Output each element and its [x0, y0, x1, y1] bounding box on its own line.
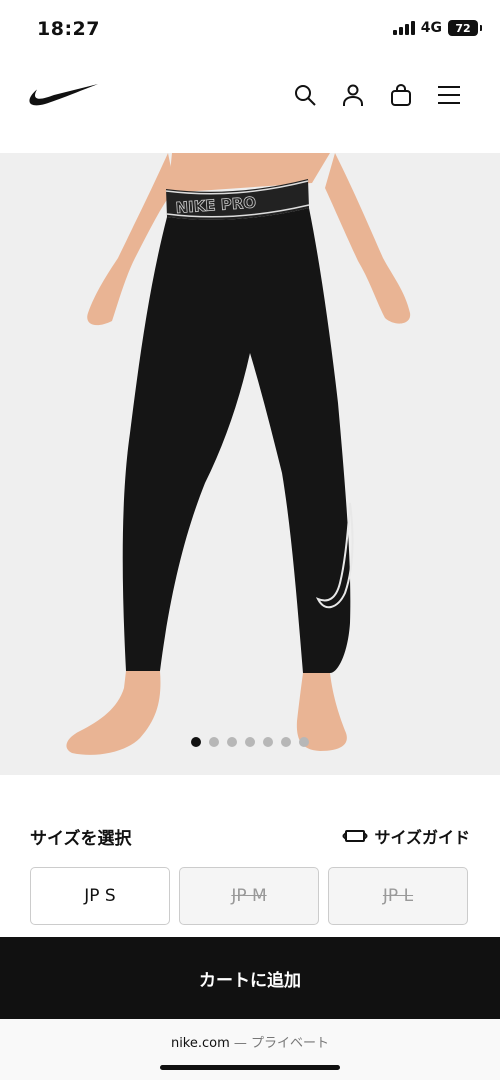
bag-icon[interactable]: [388, 82, 414, 108]
carousel-dot[interactable]: [263, 737, 273, 747]
nike-logo[interactable]: [28, 80, 100, 108]
site-header: [0, 60, 500, 150]
battery-level: 72: [455, 21, 471, 35]
status-time: 18:27: [37, 18, 100, 40]
battery-icon: 72: [448, 20, 482, 36]
product-image[interactable]: NIKE PRO: [0, 153, 500, 775]
add-to-cart-button[interactable]: カートに追加: [0, 937, 500, 1019]
url-domain: nike.com: [170, 1036, 230, 1051]
size-guide-link[interactable]: サイズガイド: [342, 824, 470, 848]
carousel-dot[interactable]: [281, 737, 291, 747]
menu-icon[interactable]: [436, 82, 462, 108]
carousel-dots[interactable]: [0, 737, 500, 747]
size-label: JP M: [231, 886, 267, 906]
size-option-jp-l[interactable]: JP L: [328, 867, 468, 925]
size-guide-label: サイズガイド: [374, 828, 470, 847]
private-mode-label: プライベート: [251, 1036, 330, 1051]
add-to-cart-label: カートに追加: [199, 970, 301, 991]
product-page: 18:27 4G 72 NIKE PRO サイズを選択 サイズガイド JP S …: [0, 0, 500, 1080]
size-label: JP L: [382, 886, 414, 906]
size-title: サイズを選択: [30, 829, 132, 849]
ruler-icon: [342, 830, 369, 842]
url-separator: —: [229, 1036, 252, 1051]
browser-toolbar: nike.com — プライベート: [0, 1019, 500, 1080]
carousel-dot-active[interactable]: [191, 737, 201, 747]
status-bar: 18:27 4G 72: [0, 0, 500, 60]
status-indicators: 4G 72: [392, 20, 482, 36]
tights: [122, 208, 351, 673]
carousel-dot[interactable]: [245, 737, 255, 747]
size-grid: JP S JP M JP L: [30, 867, 470, 925]
home-indicator[interactable]: [160, 1065, 340, 1070]
right-arm: [325, 153, 411, 324]
account-icon[interactable]: [340, 82, 366, 108]
address-bar[interactable]: nike.com — プライベート: [0, 1032, 500, 1051]
carousel-dot[interactable]: [209, 737, 219, 747]
search-icon[interactable]: [292, 82, 318, 108]
size-header: サイズを選択 サイズガイド: [30, 824, 470, 850]
header-actions: [292, 82, 462, 108]
product-photo: NIKE PRO: [66, 153, 411, 755]
signal-icon: [392, 21, 415, 35]
size-label: JP S: [84, 886, 116, 906]
network-type: 4G: [420, 20, 442, 36]
carousel-dot[interactable]: [299, 737, 309, 747]
carousel-dot[interactable]: [227, 737, 237, 747]
size-option-jp-s[interactable]: JP S: [30, 867, 170, 925]
size-option-jp-m[interactable]: JP M: [179, 867, 319, 925]
